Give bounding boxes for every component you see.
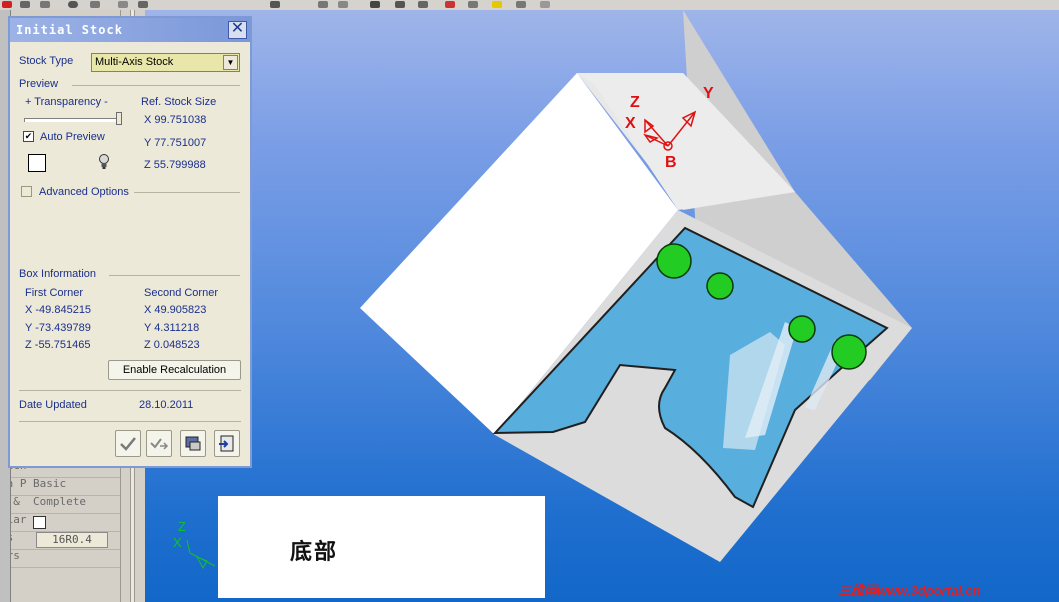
transparency-slider-track[interactable] — [24, 118, 121, 122]
hole-green-2 — [706, 272, 734, 300]
second-corner-label: Second Corner — [144, 287, 218, 299]
lightbulb-icon[interactable] — [98, 154, 110, 170]
ref-stock-size-label: Ref. Stock Size — [141, 96, 217, 108]
toolbar-edit-icon[interactable] — [138, 1, 148, 8]
axis-label-y: Y — [703, 85, 714, 102]
first-corner-label: First Corner — [25, 287, 84, 299]
view-triad-x-label: X — [173, 535, 182, 550]
first-corner-x: X -49.845215 — [25, 304, 92, 316]
toolbar-tool-icon[interactable] — [90, 1, 100, 8]
toolbar-tool-icon[interactable] — [318, 1, 328, 8]
property-value: Basic — [33, 477, 67, 490]
box-information-label: Box Information — [19, 268, 97, 280]
auto-preview-checkbox[interactable]: ✔ — [23, 131, 34, 142]
exit-button[interactable] — [214, 430, 240, 457]
toolbar-tool-icon[interactable] — [418, 1, 428, 8]
hole-green-4 — [831, 334, 867, 370]
date-updated-value: 28.10.2011 — [139, 399, 194, 411]
section-divider — [19, 421, 241, 422]
dialog-title: Initial Stock — [16, 23, 123, 37]
property-value-button[interactable]: 16R0.4 — [36, 532, 108, 548]
apply-icon — [150, 438, 169, 450]
view-triad-axis — [186, 539, 191, 554]
property-row[interactable]: x &Complete — [0, 495, 120, 514]
toolbar-stop-icon[interactable] — [2, 1, 12, 8]
close-icon: ✕ — [230, 20, 245, 37]
toolbar-tool-icon[interactable] — [118, 1, 128, 8]
view-triad-arrow — [195, 556, 208, 570]
dialog-titlebar[interactable]: Initial Stock ✕ — [10, 18, 250, 42]
toolbar-tool-icon[interactable] — [20, 1, 30, 8]
ref-size-y: Y 77.751007 — [144, 137, 207, 149]
transparency-label: + Transparency - — [25, 96, 108, 108]
caption-box: 底部 — [218, 496, 545, 598]
second-corner-z: Z 0.048523 — [144, 339, 200, 351]
advanced-options-checkbox[interactable] — [21, 186, 32, 197]
stock-type-dropdown[interactable]: Multi-Axis Stock ▼ — [91, 53, 240, 72]
transparency-slider-thumb[interactable] — [116, 112, 122, 125]
caption-text: 底部 — [290, 540, 339, 565]
close-button[interactable]: ✕ — [228, 21, 247, 39]
preview-icon — [185, 436, 201, 451]
toolbar-move-icon[interactable] — [270, 1, 280, 8]
second-corner-y: Y 4.311218 — [144, 322, 200, 334]
stock-type-value: Multi-Axis Stock — [95, 56, 174, 68]
first-corner-z: Z -55.751465 — [25, 339, 91, 351]
section-divider — [19, 390, 241, 391]
checkmark-icon — [120, 437, 136, 451]
initial-stock-dialog: Initial Stock ✕ Stock Type Multi-Axis St… — [8, 16, 252, 468]
ok-button[interactable] — [115, 430, 141, 457]
view-triad-z-label: Z — [178, 519, 186, 534]
toolbar-arrow-icon[interactable] — [468, 1, 478, 8]
hole-green-3 — [788, 315, 816, 343]
property-checkbox[interactable] — [33, 516, 46, 529]
toolbar-arrow-icon[interactable] — [445, 1, 455, 8]
section-divider — [134, 192, 240, 193]
section-divider — [109, 275, 240, 276]
axis-label-z: Z — [630, 94, 640, 111]
watermark-text: 三维网www.3dportal.cn — [838, 583, 981, 598]
exit-icon — [219, 435, 234, 452]
stock-type-label: Stock Type — [19, 55, 74, 67]
date-updated-label: Date Updated — [19, 399, 87, 411]
advanced-options-label: Advanced Options — [39, 186, 129, 198]
hole-green-1 — [656, 243, 692, 279]
toolbar-tool-icon[interactable] — [540, 1, 550, 8]
toolbar-tool-icon[interactable] — [370, 1, 380, 8]
view-triad — [186, 539, 216, 570]
preview-button[interactable] — [180, 430, 206, 457]
toolbar-tool-icon[interactable] — [40, 1, 50, 8]
ref-size-x: X 99.751038 — [144, 114, 207, 126]
preview-section-label: Preview — [19, 78, 59, 90]
property-row[interactable]: liar — [0, 513, 120, 532]
section-divider — [72, 85, 240, 86]
property-row[interactable]: rs16R0.4 — [0, 531, 120, 550]
stock-color-swatch[interactable] — [28, 154, 46, 172]
property-row[interactable]: en P Basic — [0, 477, 120, 496]
toolbar-tool-icon[interactable] — [338, 1, 348, 8]
second-corner-x: X 49.905823 — [144, 304, 207, 316]
property-row[interactable]: ers — [0, 549, 120, 568]
toolbar-tool-icon[interactable] — [395, 1, 405, 8]
auto-preview-label: Auto Preview — [40, 131, 105, 143]
axis-label-x: X — [625, 115, 636, 132]
toolbar-tool-icon[interactable] — [516, 1, 526, 8]
property-value: Complete — [33, 495, 86, 508]
enable-recalculation-button[interactable]: Enable Recalculation — [108, 360, 241, 380]
apply-button[interactable] — [146, 430, 172, 457]
toolbar-sphere-icon[interactable] — [68, 1, 78, 8]
axis-label-origin: B — [665, 154, 677, 171]
toolbar-tool-icon[interactable] — [492, 1, 502, 8]
chevron-down-icon[interactable]: ▼ — [223, 55, 238, 70]
ref-size-z: Z 55.799988 — [144, 159, 206, 171]
first-corner-y: Y -73.439789 — [25, 322, 91, 334]
